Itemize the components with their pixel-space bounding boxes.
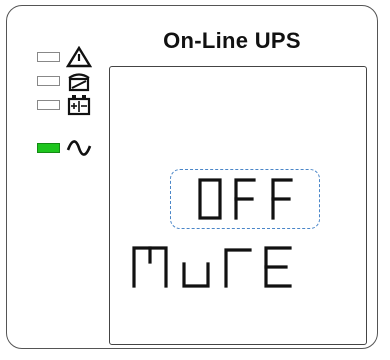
battery-led [37, 100, 60, 110]
display-line1: OFF [244, 232, 246, 233]
bypass-icon [68, 73, 90, 92]
warning-triangle-icon [66, 46, 92, 68]
lcd-display: OFF MUTE [109, 66, 367, 345]
battery-icon [67, 95, 91, 116]
panel-title: On-Line UPS [163, 28, 301, 53]
display-line2: MUTE [243, 297, 247, 298]
ups-front-panel: On-Line UPS OFF MUTE [6, 5, 378, 349]
ac-sine-icon [66, 140, 92, 156]
line-led [37, 143, 60, 153]
indicator-battery [37, 94, 92, 116]
indicator-fault [37, 46, 92, 68]
fault-led [37, 52, 60, 62]
indicator-bypass [37, 70, 92, 92]
bypass-led [37, 76, 60, 86]
display-line1-segments [198, 178, 293, 220]
display-line2-segments [132, 246, 292, 288]
indicator-line [37, 137, 92, 159]
